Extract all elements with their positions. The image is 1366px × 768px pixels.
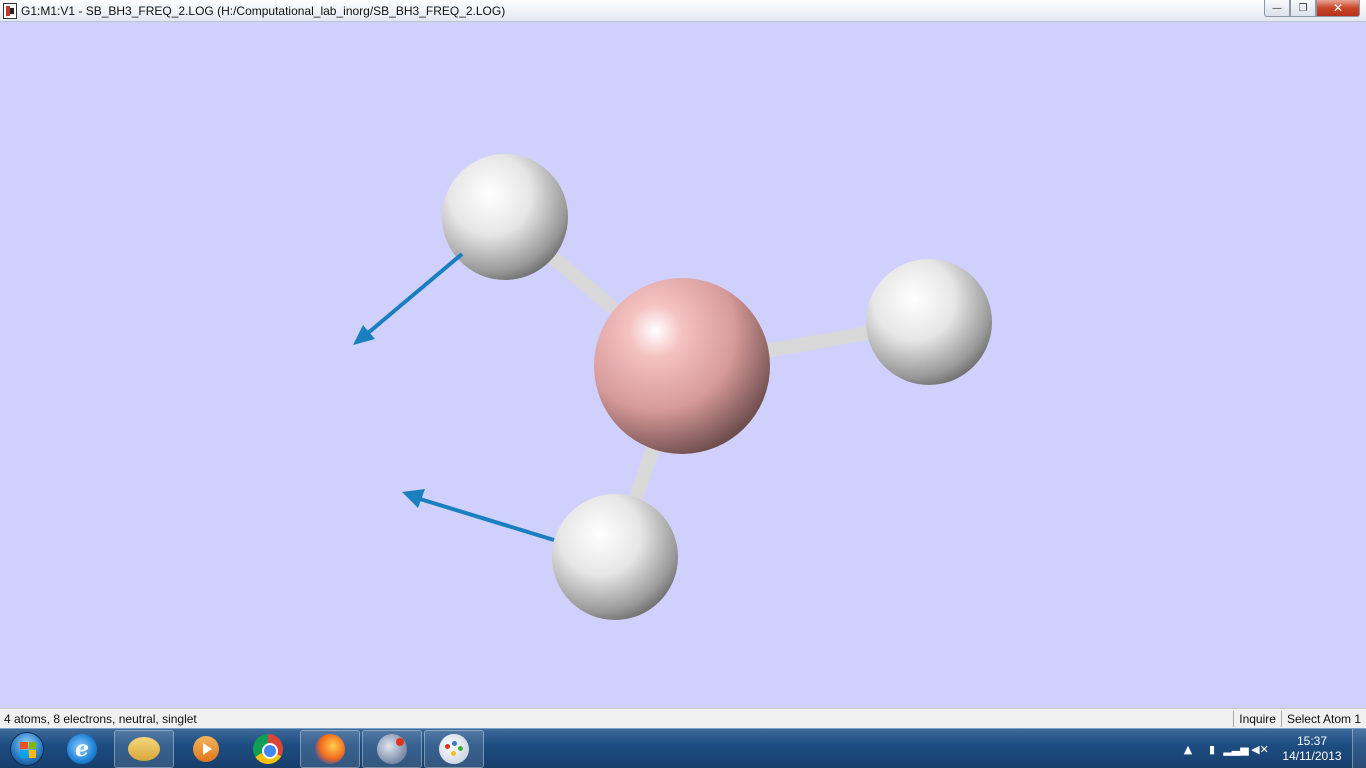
molecule-viewport[interactable] — [0, 22, 1366, 708]
taskbar-gaussview[interactable] — [362, 729, 422, 768]
taskbar-internet-explorer[interactable]: e — [52, 730, 112, 768]
gaussview-app-icon[interactable] — [3, 2, 17, 19]
file-explorer-icon — [128, 736, 160, 761]
clock[interactable]: 15:37 14/11/2013 — [1276, 734, 1348, 764]
clock-date: 14/11/2013 — [1282, 749, 1342, 763]
atom-h2[interactable] — [866, 259, 992, 385]
gaussview-icon — [377, 733, 407, 764]
taskbar: e ▲ ▮ ▂▃▅ ◀✕ 15:37 14/11/2013 — [0, 728, 1366, 768]
window-controls: — ❐ ✕ — [1264, 0, 1360, 18]
start-button[interactable] — [2, 730, 52, 768]
chrome-icon — [253, 733, 283, 764]
displacement-vector-h1 — [353, 252, 464, 345]
window-title-bar[interactable]: G1:M1:V1 - SB_BH3_FREQ_2.LOG (H:/Computa… — [0, 0, 1366, 22]
taskbar-media-player[interactable] — [176, 730, 236, 768]
mode-indicator: Inquire — [1233, 710, 1281, 727]
displacement-vector-h3 — [402, 489, 555, 542]
show-hidden-icons-arrow-icon[interactable]: ▲ — [1180, 741, 1196, 757]
atom-h3[interactable] — [552, 494, 678, 620]
atom-h1[interactable] — [442, 154, 568, 280]
battery-icon[interactable]: ▮ — [1204, 741, 1220, 757]
system-tray: ▲ ▮ ▂▃▅ ◀✕ 15:37 14/11/2013 — [1176, 729, 1366, 768]
status-bar: 4 atoms, 8 electrons, neutral, singlet I… — [0, 708, 1366, 728]
maximize-button[interactable]: ❐ — [1290, 0, 1316, 17]
firefox-icon — [315, 733, 345, 764]
taskbar-paint[interactable] — [424, 729, 484, 768]
close-button[interactable]: ✕ — [1316, 0, 1360, 17]
molecule-render[interactable] — [0, 22, 1366, 708]
clock-time: 15:37 — [1296, 734, 1328, 748]
minimize-button[interactable]: — — [1264, 0, 1290, 17]
internet-explorer-icon: e — [67, 733, 97, 764]
molecule-info: 4 atoms, 8 electrons, neutral, singlet — [4, 711, 197, 726]
atom-b[interactable] — [594, 278, 770, 454]
media-player-icon — [193, 735, 219, 762]
selection-indicator: Select Atom 1 — [1280, 710, 1366, 727]
window-title: G1:M1:V1 - SB_BH3_FREQ_2.LOG (H:/Computa… — [21, 3, 506, 18]
taskbar-file-explorer[interactable] — [114, 729, 174, 768]
volume-muted-icon[interactable]: ◀✕ — [1251, 741, 1269, 757]
windows-start-orb-icon — [10, 731, 44, 766]
taskbar-firefox[interactable] — [300, 729, 360, 768]
paint-icon — [439, 733, 469, 764]
show-desktop-button[interactable] — [1352, 729, 1366, 768]
network-signal-icon[interactable]: ▂▃▅ — [1223, 741, 1248, 757]
taskbar-chrome[interactable] — [238, 730, 298, 768]
